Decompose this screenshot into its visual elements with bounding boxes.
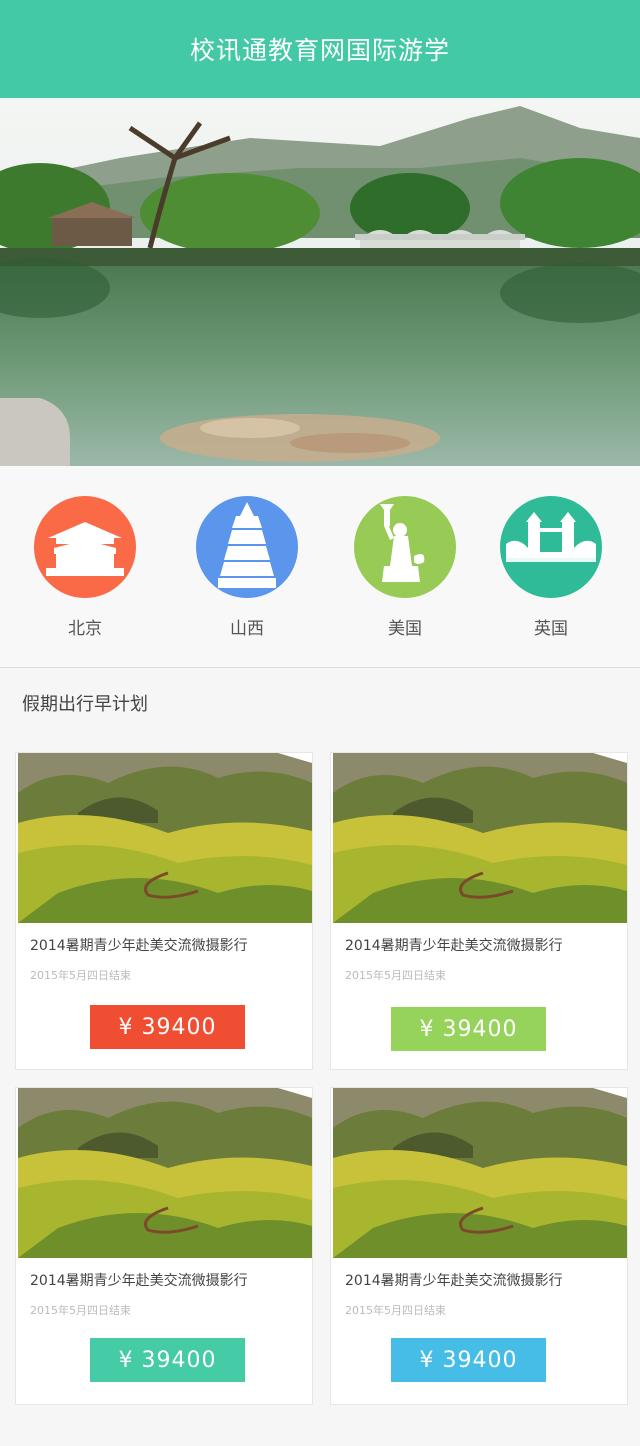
trip-card[interactable]: 2014暑期青少年赴美交流微摄影行 2015年5月四日结束 ¥ 39400 (15, 1087, 313, 1405)
destination-uk[interactable]: 英国 (496, 496, 606, 639)
destination-label: 英国 (534, 619, 568, 639)
card-date: 2015年5月四日结束 (345, 1304, 446, 1317)
card-date: 2015年5月四日结束 (30, 1304, 131, 1317)
card-title: 2014暑期青少年赴美交流微摄影行 (30, 938, 248, 954)
card-image (333, 1088, 627, 1258)
destination-usa[interactable]: 美国 (350, 496, 460, 639)
card-image (18, 1088, 312, 1258)
page-title: 校讯通教育网国际游学 (189, 36, 450, 65)
destination-beijing[interactable]: 北京 (30, 496, 140, 639)
header-bar: 校讯通教育网国际游学 (0, 0, 640, 98)
destination-label: 北京 (68, 619, 102, 639)
price-button[interactable]: ¥ 39400 (90, 1005, 245, 1049)
hero-banner-image[interactable] (0, 98, 640, 466)
price-button[interactable]: ¥ 39400 (391, 1338, 546, 1382)
pagoda-icon (196, 496, 298, 598)
card-title: 2014暑期青少年赴美交流微摄影行 (345, 1273, 563, 1289)
destination-label: 山西 (230, 619, 264, 639)
price-button[interactable]: ¥ 39400 (90, 1338, 245, 1382)
section-title: 假期出行早计划 (22, 694, 148, 715)
price-button[interactable]: ¥ 39400 (391, 1007, 546, 1051)
card-title: 2014暑期青少年赴美交流微摄影行 (30, 1273, 248, 1289)
trip-card[interactable]: 2014暑期青少年赴美交流微摄影行 2015年5月四日结束 ¥ 39400 (330, 1087, 628, 1405)
trip-card[interactable]: 2014暑期青少年赴美交流微摄影行 2015年5月四日结束 ¥ 39400 (15, 752, 313, 1070)
trip-card[interactable]: 2014暑期青少年赴美交流微摄影行 2015年5月四日结束 ¥ 39400 (330, 752, 628, 1070)
card-image (333, 753, 627, 923)
destination-shanxi[interactable]: 山西 (192, 496, 302, 639)
card-date: 2015年5月四日结束 (345, 969, 446, 982)
statue-of-liberty-icon (354, 496, 456, 598)
card-image (18, 753, 312, 923)
palace-icon (34, 496, 136, 598)
card-title: 2014暑期青少年赴美交流微摄影行 (345, 938, 563, 954)
destination-strip: 北京 山西 美国 英国 (0, 466, 640, 668)
destination-label: 美国 (388, 619, 422, 639)
tower-bridge-icon (500, 496, 602, 598)
card-date: 2015年5月四日结束 (30, 969, 131, 982)
